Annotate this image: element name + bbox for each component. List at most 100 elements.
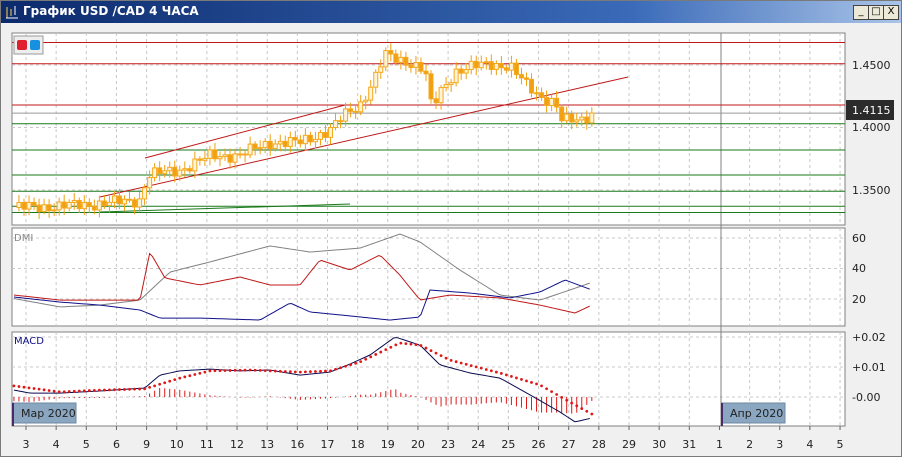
macd-signal-dot (92, 388, 96, 392)
candle-bull (71, 199, 77, 203)
candle-bear (61, 201, 67, 209)
macd-signal-dot (283, 370, 287, 373)
macd-signal-dot (570, 401, 574, 405)
time-tick: 6 (113, 438, 120, 451)
candle-bull (207, 149, 213, 159)
price-panel[interactable] (11, 32, 846, 226)
time-tick: 3 (776, 438, 783, 451)
candle-bull (222, 154, 228, 158)
macd-signal-dot (203, 370, 207, 374)
candle-bear (433, 98, 439, 104)
candle-bull (378, 66, 384, 73)
macd-signal-dot (143, 387, 146, 391)
macd-signal-dot (399, 341, 403, 345)
candle-bear (488, 61, 494, 70)
price-tick: 1.3500 (852, 184, 891, 197)
macd-signal-dot (389, 345, 393, 349)
macd-signal-dot (494, 370, 498, 374)
macd-signal-dot (102, 388, 106, 392)
macd-signal-dot (32, 387, 36, 390)
macd-signal-dot (208, 369, 212, 373)
chart-canvas[interactable]: 1.4500 1.4000 1.3500 1.4115 DMI 60 40 20… (0, 0, 902, 457)
time-tick: 12 (230, 438, 244, 451)
macd-signal-dot (233, 368, 237, 372)
macd-signal-dot (168, 379, 172, 383)
candle-bear (539, 92, 545, 99)
candle-bull (66, 201, 72, 209)
candle-bear (513, 62, 519, 76)
macd-signal-dot (47, 389, 51, 392)
current-price-label: 1.4115 (852, 104, 891, 117)
macd-signal-dot (298, 370, 302, 374)
macd-signal-dot (97, 388, 101, 392)
macd-signal-dot (87, 389, 91, 392)
macd-signal-dot (565, 398, 569, 402)
time-tick: 9 (143, 438, 150, 451)
time-tick: 5 (83, 438, 90, 451)
candle-bull (182, 168, 188, 171)
candle-bear (21, 201, 27, 210)
candle-bear (31, 201, 37, 206)
candle-bear (172, 166, 178, 177)
candle-bull (142, 187, 148, 200)
candle-bear (187, 168, 193, 172)
macd-signal-dot (504, 373, 508, 377)
candle-bear (388, 50, 394, 55)
candle-bear (132, 199, 138, 208)
macd-signal-dot (424, 346, 428, 350)
blue-toggle-button[interactable] (30, 40, 40, 50)
macd-signal-dot (339, 366, 342, 370)
macd-panel[interactable] (11, 331, 846, 427)
dmi-tick: 40 (852, 262, 866, 275)
time-tick: 27 (562, 438, 576, 451)
time-tick: 28 (592, 438, 606, 451)
macd-signal-dot (133, 387, 136, 391)
macd-signal-dot (303, 370, 307, 374)
macd-signal-dot (384, 348, 388, 352)
candle-bull (217, 156, 223, 160)
candle-bear (458, 68, 464, 74)
macd-signal-dot (469, 364, 473, 367)
candle-bull (202, 157, 208, 161)
candle-bull (508, 62, 514, 71)
candle-bull (96, 200, 102, 211)
macd-signal-dot (238, 368, 242, 372)
macd-signal-dot (163, 381, 167, 385)
time-tick: 16 (290, 438, 304, 451)
candle-bear (503, 67, 509, 71)
dmi-panel[interactable] (11, 227, 846, 327)
red-toggle-button[interactable] (17, 40, 27, 50)
macd-signal-dot (128, 387, 131, 391)
candle-bear (101, 200, 107, 207)
candle-bull (257, 147, 263, 150)
candle-bull (51, 209, 57, 212)
candle-bull (579, 116, 585, 121)
macd-signal-dot (188, 374, 192, 378)
macd-signal-dot (369, 355, 373, 359)
candle-bull (478, 61, 484, 69)
candle-bull (277, 140, 283, 145)
candle-bear (559, 106, 565, 122)
macd-signal-dot (62, 390, 66, 394)
time-tick: 29 (622, 438, 636, 451)
candle-bear (403, 56, 409, 66)
macd-signal-dot (213, 369, 217, 373)
time-tick: 31 (682, 438, 696, 451)
macd-signal-dot (148, 386, 152, 389)
macd-signal-dot (520, 378, 523, 381)
macd-signal-dot (334, 367, 337, 371)
macd-signal-dot (459, 361, 463, 365)
macd-signal-dot (183, 375, 187, 379)
time-tick: 26 (532, 438, 546, 451)
macd-signal-dot (510, 375, 513, 378)
candle-bear (554, 97, 560, 108)
macd-signal-dot (37, 387, 41, 391)
candle-bear (428, 73, 434, 100)
candle-bull (152, 167, 158, 179)
macd-signal-dot (268, 369, 272, 373)
macd-signal-dot (344, 364, 347, 368)
candle-bear (518, 74, 524, 79)
macd-signal-dot (454, 360, 458, 364)
month-label: Мар 2020 (21, 407, 76, 420)
time-tick: 1 (716, 438, 723, 451)
